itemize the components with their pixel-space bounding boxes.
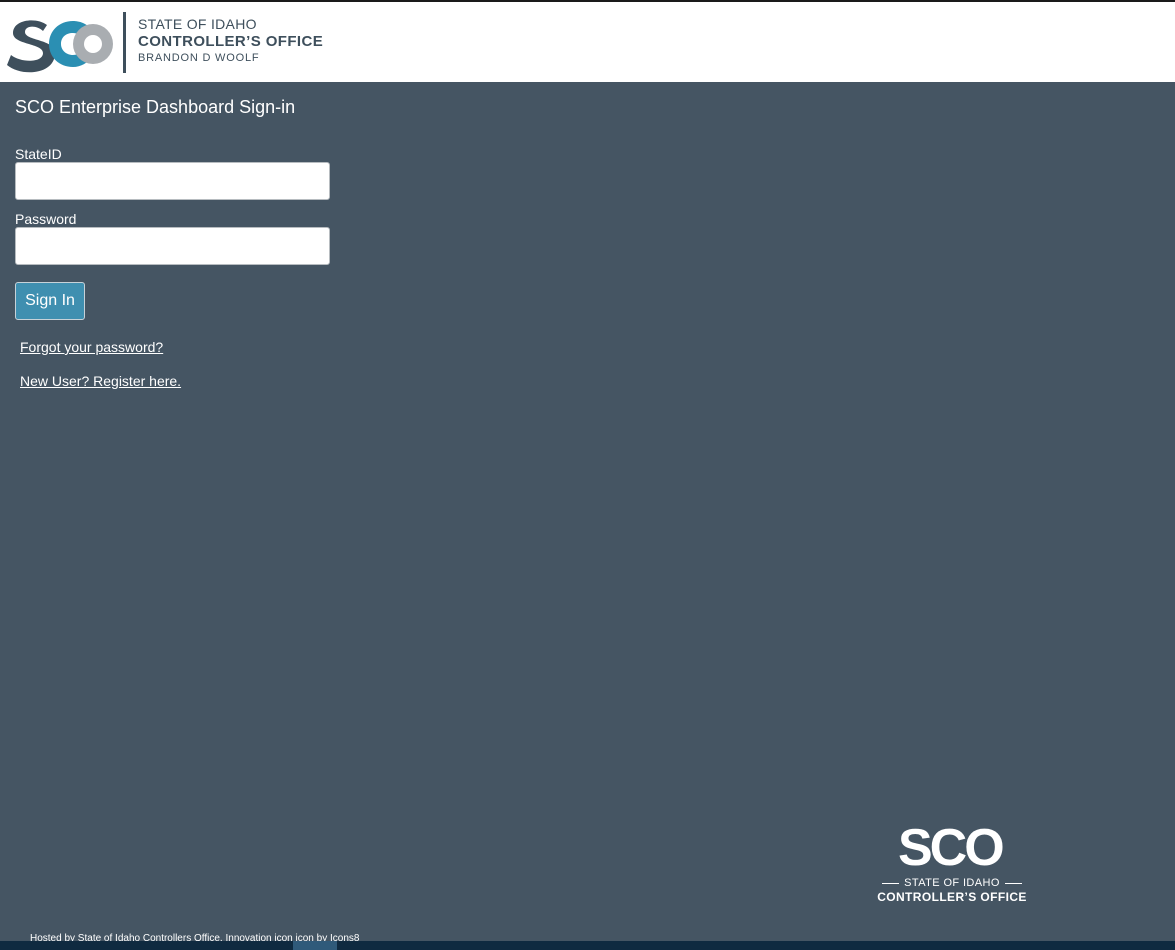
forgot-password-link[interactable]: Forgot your password? [20,339,163,355]
page-title: SCO Enterprise Dashboard Sign-in [15,97,296,117]
footer-office-line: CONTROLLER’S OFFICE [877,890,1027,904]
logo-office-line: CONTROLLER’S OFFICE [138,33,324,50]
site-header: STATE OF IDAHO CONTROLLER’S OFFICE BRAND… [0,2,1175,82]
footer-dash-left [882,882,900,884]
register-link[interactable]: New User? Register here. [20,373,181,389]
stateid-label: StateID [15,146,62,162]
stateid-input[interactable] [15,162,330,200]
footer-state-text: STATE OF IDAHO [904,877,1000,889]
logo-person-line: BRANDON D WOOLF [138,52,260,64]
footer-logo-mark: SCO [898,819,1005,877]
logo-divider [123,12,126,73]
logo-state-line: STATE OF IDAHO [138,16,257,32]
logo-text: STATE OF IDAHO CONTROLLER’S OFFICE BRAND… [138,16,323,66]
password-input[interactable] [15,227,330,265]
sign-in-button[interactable]: Sign In [15,282,85,320]
footer-dash-right [1004,882,1022,884]
password-label: Password [15,211,77,227]
taskbar-active-item[interactable] [293,941,337,950]
os-taskbar[interactable] [0,941,1175,950]
footer-state-line: STATE OF IDAHO [877,877,1027,889]
